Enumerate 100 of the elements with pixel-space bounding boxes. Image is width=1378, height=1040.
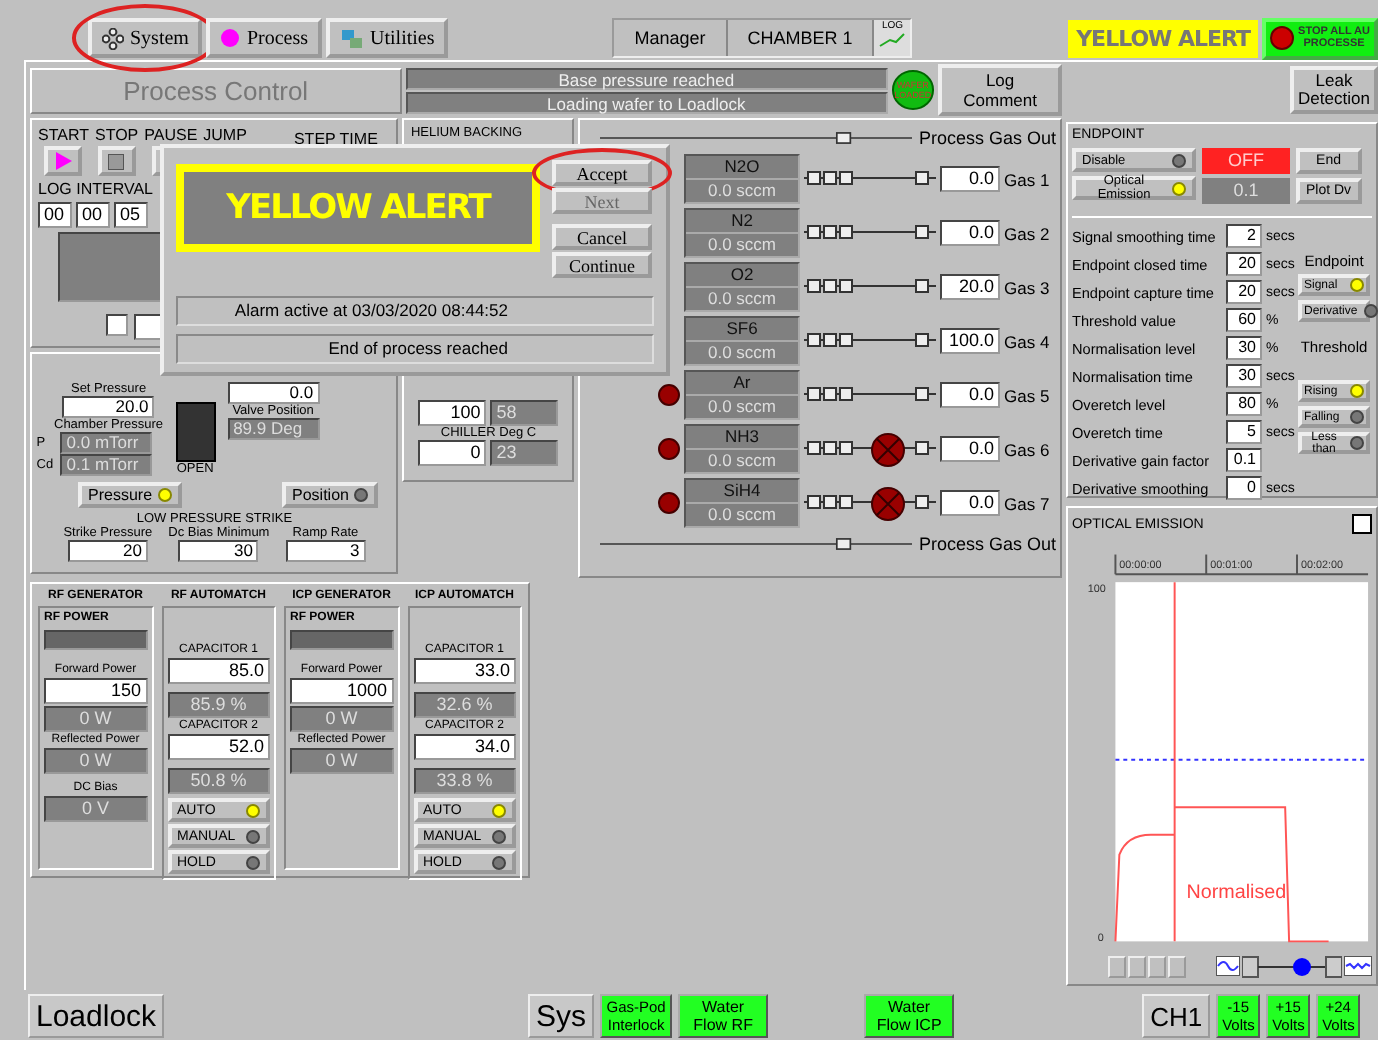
input-field[interactable]: 1000 [290, 678, 393, 704]
input-field[interactable]: 20 [1226, 280, 1262, 305]
dialog-button[interactable]: Cancel [552, 224, 652, 250]
location-label: Loadlock [28, 994, 165, 1038]
run-button[interactable] [44, 146, 83, 176]
input-field[interactable]: 0.0 [227, 382, 320, 404]
alert-title: YELLOW ALERT [184, 172, 532, 244]
gas-label: Gas 5 [1004, 385, 1052, 405]
input-field[interactable]: 30 [178, 540, 259, 562]
gas-label: Gas 7 [1004, 493, 1052, 513]
flow-reading: 0.0 sccm [705, 234, 778, 256]
gas-name: N2O [686, 156, 798, 180]
input-field[interactable]: 34.0 [413, 734, 516, 760]
input-field[interactable]: 20 [1226, 252, 1262, 277]
checkbox[interactable] [106, 314, 128, 336]
button-label: JUMP [203, 126, 247, 144]
run-button[interactable] [97, 146, 136, 176]
input-field[interactable]: 0 [1226, 476, 1262, 501]
playback-button[interactable] [1168, 955, 1186, 977]
dot-icon [220, 28, 241, 48]
nav-button[interactable]: Process [206, 18, 323, 58]
status-indicator: Water Flow RF [678, 994, 769, 1038]
readout: 0 W [290, 706, 393, 732]
step-time-label: STEP TIME [293, 130, 378, 148]
gas-name: Ar [686, 372, 798, 396]
system-label: Sys [528, 994, 595, 1038]
input-field[interactable]: 33.0 [413, 658, 516, 684]
slider-drawing [1242, 955, 1342, 977]
alert-message: End of process reached [176, 334, 654, 364]
input-field[interactable]: 60 [1226, 308, 1262, 333]
trace-label: Normalised [1186, 881, 1287, 904]
input-field[interactable]: 0.0 [940, 166, 1000, 192]
playback-button[interactable] [1108, 955, 1126, 977]
input-field[interactable]: 05 [114, 202, 148, 228]
input-field[interactable]: 0.0 [940, 382, 1000, 408]
readout: 23 [490, 440, 559, 466]
input-field[interactable]: 150 [44, 678, 147, 704]
flow-reading: 0.0 sccm [705, 450, 778, 472]
input-field[interactable]: 2 [1226, 224, 1262, 249]
playback-button[interactable] [1128, 955, 1146, 977]
window-button-icon[interactable] [1352, 514, 1372, 534]
input-field[interactable]: 0.0 [940, 436, 1000, 462]
user-name: Manager [614, 20, 728, 56]
gas-name: N2 [686, 210, 798, 234]
status-message: Base pressure reached [405, 67, 888, 89]
input-field[interactable]: 100.0 [940, 328, 1000, 354]
flow-reading: 0.0 sccm [705, 396, 778, 418]
input-field[interactable]: 30 [1226, 336, 1262, 361]
input-field[interactable]: 85.0 [167, 658, 270, 684]
valve-icon [658, 492, 680, 514]
pipe-label: Process Gas Out [918, 534, 1056, 554]
input-field[interactable]: 20.0 [62, 396, 155, 418]
status-message: Loading wafer to Loadlock [405, 91, 888, 113]
valve-icon [175, 402, 216, 462]
gas-line-drawing [804, 429, 936, 469]
input-field[interactable]: 3 [285, 540, 366, 562]
nav-button[interactable]: Utilities [326, 18, 449, 58]
alert-label: YELLOW ALERT [1068, 19, 1259, 57]
input-field[interactable]: 52.0 [167, 734, 270, 760]
tools-icon [340, 27, 365, 49]
dialog-button[interactable]: Accept [552, 160, 652, 186]
input-field[interactable]: 0.1 [1226, 448, 1262, 473]
readout: 0 W [290, 748, 393, 774]
input-field[interactable]: 00 [76, 202, 110, 228]
readout: 0 W [44, 748, 147, 774]
dialog-button[interactable]: Continue [552, 252, 652, 278]
pressure-readout: 0.1 mTorr [60, 454, 153, 476]
leak-detection-button[interactable]: Leak Detection [1290, 66, 1378, 114]
button-label: START [38, 126, 89, 144]
nav-button[interactable]: System [88, 18, 203, 58]
input-field[interactable]: 80 [1226, 392, 1262, 417]
input-field[interactable]: 0 [418, 440, 487, 466]
readout: 0 W [44, 706, 147, 732]
alert-message: Alarm active at 03/03/2020 08:44:52 [176, 296, 654, 326]
gas-name: SiH4 [686, 480, 798, 504]
input-field[interactable]: 0.0 [940, 490, 1000, 516]
input-field[interactable]: 20.0 [940, 274, 1000, 300]
input-field[interactable]: 5 [1226, 420, 1262, 445]
readout: 58 [490, 400, 559, 426]
gas-label: Gas 3 [1004, 277, 1052, 297]
gas-label: Gas 2 [1004, 223, 1052, 243]
waveform-icon [1344, 956, 1372, 976]
readout: 0.1 [1202, 178, 1290, 204]
input-field[interactable]: 0.0 [940, 220, 1000, 246]
valve-readout: 89.9 Deg [227, 418, 320, 440]
input-field[interactable]: 100 [418, 400, 487, 426]
channel-label: CH1 [1142, 994, 1211, 1038]
playback-button[interactable] [1148, 955, 1166, 977]
gas-name: O2 [686, 264, 798, 288]
toggle-button[interactable]: Pressure [78, 482, 183, 508]
joystick-icon [102, 27, 124, 49]
toggle-button[interactable]: Position [282, 482, 379, 508]
gas-label: Gas 6 [1004, 439, 1052, 459]
input-field[interactable]: 20 [67, 540, 148, 562]
input-field[interactable]: 30 [1226, 364, 1262, 389]
gas-name: SF6 [686, 318, 798, 342]
log-comment-button[interactable]: Log Comment [938, 64, 1062, 116]
chart-line-icon [878, 32, 907, 48]
waveform-icon [1216, 956, 1240, 976]
input-field[interactable]: 00 [38, 202, 72, 228]
